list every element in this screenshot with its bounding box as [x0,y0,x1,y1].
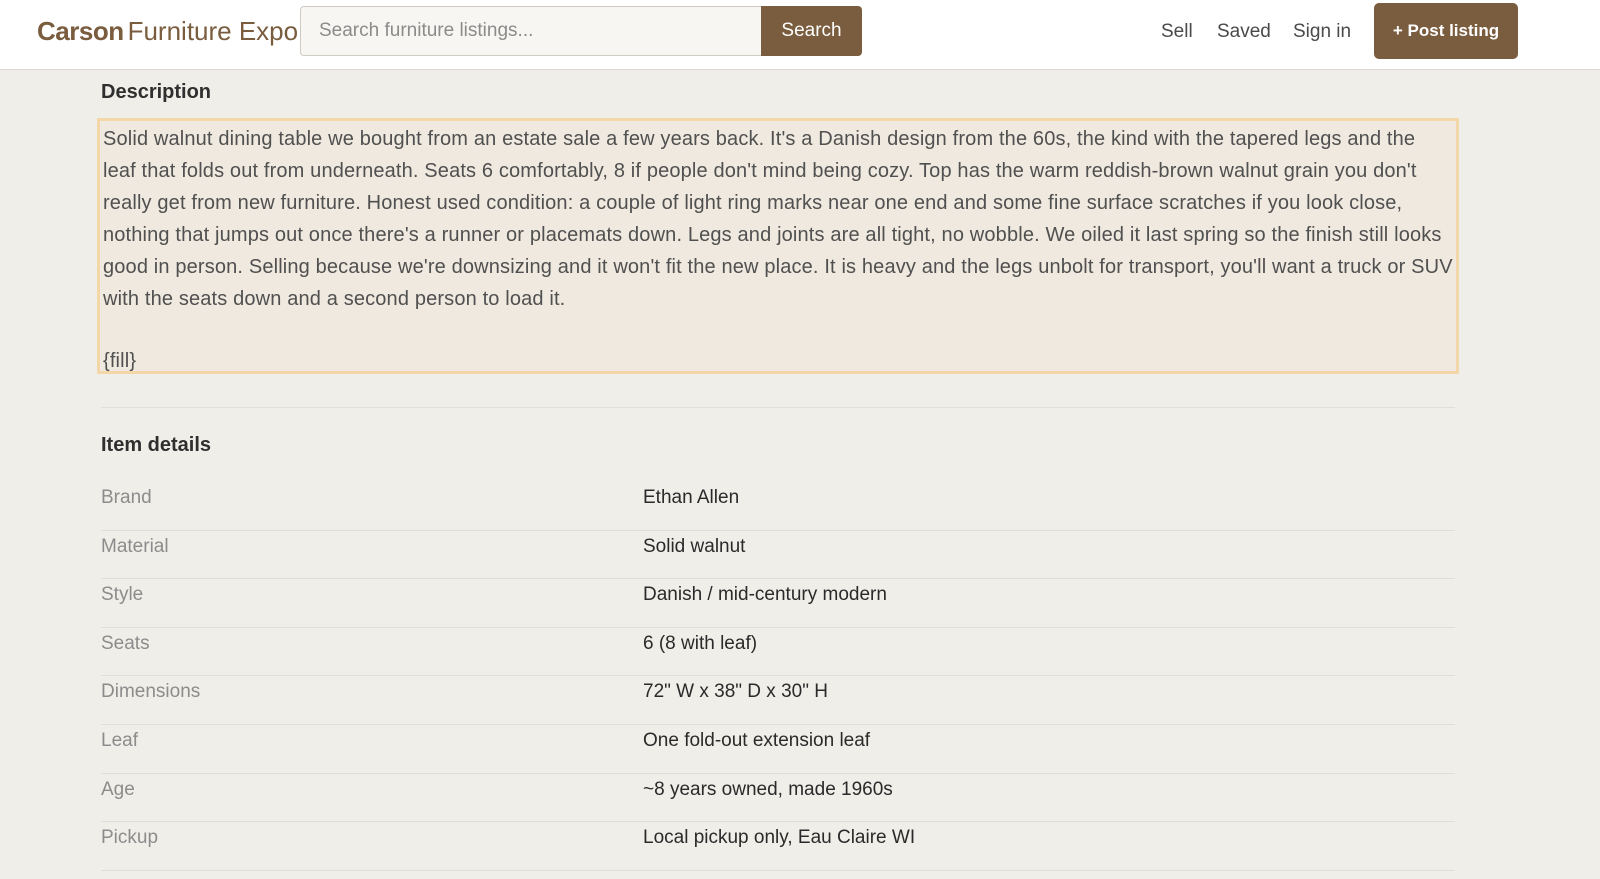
detail-value: Ethan Allen [643,487,740,508]
search-button[interactable]: Search [761,6,862,56]
nav-link-saved[interactable]: Saved [1217,19,1271,45]
item-details-heading: Item details [101,434,212,456]
detail-value: 72" W x 38" D x 30" H [643,681,828,703]
detail-label: Style [101,584,144,606]
detail-row-material: Material Solid walnut [101,531,1455,580]
detail-row-pickup: Pickup Local pickup only, Eau Claire WI [101,822,1455,871]
detail-row-style: Style Danish / mid-century modern [101,579,1455,628]
detail-label: Age [101,778,135,800]
detail-value: ~8 years owned, made 1960s [643,778,893,800]
logo-brand-name: Carson [37,16,124,46]
nav-link-sell[interactable]: Sell [1161,19,1193,45]
detail-row-seats: Seats 6 (8 with leaf) [101,628,1455,677]
detail-label: Brand [101,487,152,508]
section-divider [101,407,1455,408]
detail-row-leaf: Leaf One fold-out extension leaf [101,725,1455,774]
detail-label: Seats [101,632,150,654]
detail-value: Danish / mid-century modern [643,584,887,606]
description-text: Solid walnut dining table we bought from… [103,128,1453,310]
detail-label: Dimensions [101,681,201,703]
logo-brand-tagline: Furniture Expo [127,16,299,46]
nav-link-sign-in[interactable]: Sign in [1293,19,1351,45]
description-field[interactable]: Solid walnut dining table we bought from… [97,118,1459,374]
top-navigation-bar: CarsonFurniture Expo Search Sell Saved S… [0,0,1600,70]
detail-label: Pickup [101,827,159,849]
detail-row-brand: Brand Ethan Allen [101,482,1455,531]
detail-value: Local pickup only, Eau Claire WI [643,827,916,849]
post-listing-button[interactable]: + Post listing [1374,3,1518,59]
detail-value: 6 (8 with leaf) [643,632,758,654]
detail-label: Material [101,535,169,557]
search-bar: Search [300,6,862,56]
detail-row-age: Age ~8 years owned, made 1960s [101,774,1455,823]
description-fill-placeholder: {fill} [103,350,137,372]
detail-row-dimensions: Dimensions 72" W x 38" D x 30" H [101,676,1455,725]
search-input[interactable] [300,6,761,56]
description-heading: Description [101,81,212,103]
site-logo[interactable]: Carson Furniture Expo [37,14,298,48]
detail-value: Solid walnut [643,535,746,557]
item-details-table: Brand Ethan Allen Material Solid walnut … [101,482,1455,871]
detail-value: One fold-out extension leaf [643,729,871,751]
detail-label: Leaf [101,729,138,751]
